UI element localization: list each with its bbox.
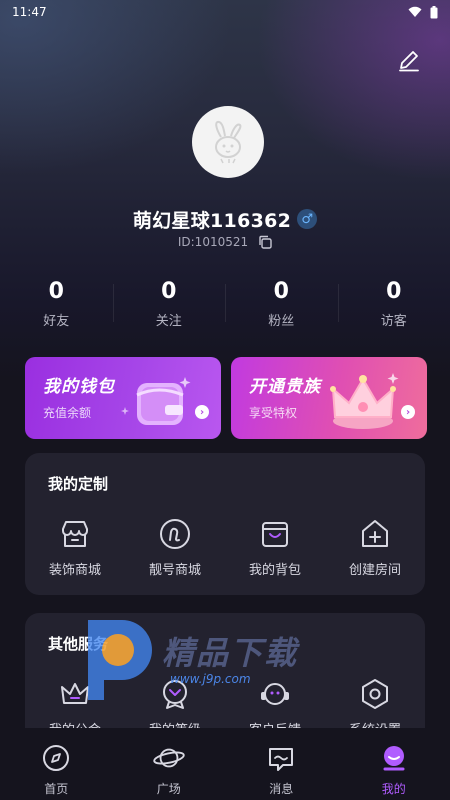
compass-icon [40, 742, 72, 774]
custom-section: 我的定制 装饰商城 靓号商城 我的背包 创建房间 [25, 453, 425, 595]
tab-label: 我的 [381, 782, 406, 796]
stat-value: 0 [386, 279, 402, 304]
grid-item-create-room[interactable]: 创建房间 [325, 517, 425, 578]
grid-label: 我的背包 [248, 563, 301, 578]
stats-row: 0 好友 0 关注 0 粉丝 0 访客 [0, 278, 450, 332]
tab-messages[interactable]: 消息 [225, 728, 338, 800]
grid-item-backpack[interactable]: 我的背包 [225, 517, 325, 578]
stat-value: 0 [161, 279, 177, 304]
tab-square[interactable]: 广场 [113, 728, 226, 800]
stat-value: 0 [273, 279, 289, 304]
tab-label: 广场 [156, 782, 181, 796]
noble-arrow-icon: › [401, 405, 415, 419]
planet-icon [153, 742, 185, 774]
status-icons [408, 5, 438, 19]
noble-card-title: 开通贵族 [249, 377, 321, 397]
pencil-icon [399, 51, 419, 72]
shop-icon [58, 517, 92, 551]
edit-profile-button[interactable] [396, 48, 422, 74]
watermark: 精品下载 www.j9p.com [70, 608, 330, 704]
create-room-icon [358, 517, 392, 551]
stat-following[interactable]: 0 关注 [112, 278, 226, 332]
wallet-card[interactable]: 我的钱包 充值余额 › [25, 357, 221, 439]
grid-label: 创建房间 [348, 563, 401, 578]
profile-id-row: ID:1010521 [0, 233, 450, 251]
status-bar: 11:47 [0, 0, 450, 24]
avatar[interactable] [192, 106, 264, 178]
battery-icon [430, 5, 438, 18]
stat-fans[interactable]: 0 粉丝 [225, 278, 338, 332]
profile-icon [378, 742, 410, 774]
noble-card[interactable]: 开通贵族 享受特权 › [231, 357, 427, 439]
rabbit-avatar-icon [215, 120, 242, 164]
grid-item-decoration-shop[interactable]: 装饰商城 [25, 517, 125, 578]
profile-name-row: 萌幻星球116362 ♂ [0, 206, 450, 232]
message-icon [265, 742, 297, 774]
bottom-tab-bar: 首页 广场 消息 我的 [0, 728, 450, 800]
wallet-illustration-icon [121, 377, 191, 425]
grid-item-number-shop[interactable]: 靓号商城 [125, 517, 225, 578]
grid-label: 装饰商城 [48, 563, 101, 578]
status-time: 11:47 [12, 5, 47, 19]
copy-icon[interactable] [258, 235, 272, 249]
wallet-arrow-icon: › [195, 405, 209, 419]
watermark-logo-icon [88, 620, 152, 700]
stat-label: 好友 [43, 314, 70, 329]
grid-label: 靓号商城 [148, 563, 201, 578]
custom-grid: 装饰商城 靓号商城 我的背包 创建房间 [25, 517, 425, 578]
wallet-card-title: 我的钱包 [43, 377, 115, 397]
male-gender-icon: ♂ [297, 209, 318, 229]
watermark-url: www.j9p.com [170, 672, 251, 686]
stat-label: 访客 [380, 314, 407, 329]
tab-home[interactable]: 首页 [0, 728, 113, 800]
profile-id: ID:1010521 [177, 235, 249, 249]
backpack-icon [258, 517, 292, 551]
number-shop-icon [158, 517, 192, 551]
tab-mine[interactable]: 我的 [338, 728, 450, 800]
settings-icon [358, 677, 392, 711]
stat-visitors[interactable]: 0 访客 [337, 278, 450, 332]
custom-section-title: 我的定制 [48, 475, 109, 493]
stat-friends[interactable]: 0 好友 [0, 278, 113, 332]
stat-label: 关注 [155, 314, 182, 329]
profile-name: 萌幻星球116362 [132, 209, 292, 232]
stat-label: 粉丝 [268, 314, 295, 329]
tab-label: 首页 [44, 782, 69, 796]
tab-label: 消息 [269, 782, 294, 796]
wifi-icon [408, 6, 422, 17]
wallet-card-subtitle: 充值余额 [43, 406, 92, 420]
noble-card-subtitle: 享受特权 [249, 406, 298, 420]
crown-illustration-icon [330, 373, 399, 429]
watermark-text: 精品下载 [162, 634, 299, 672]
stat-value: 0 [48, 279, 64, 304]
